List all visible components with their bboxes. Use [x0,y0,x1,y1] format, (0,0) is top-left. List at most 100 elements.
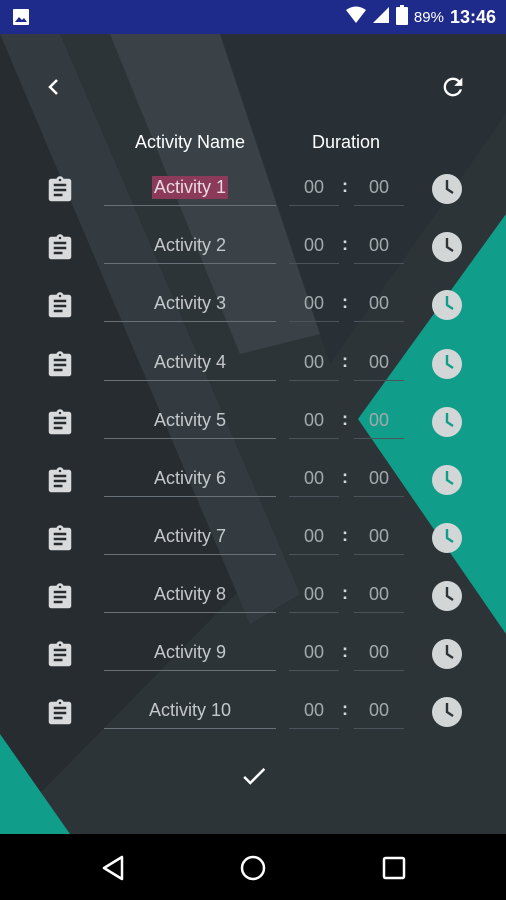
activity-name-input[interactable]: Activity 2 [104,227,276,264]
activity-row: Activity 8 00 : 00 [0,571,506,621]
clipboard-icon [48,583,72,609]
clipboard-icon [48,292,72,318]
clock-icon[interactable] [431,406,463,438]
activity-name-text: Activity 6 [153,467,227,488]
minutes-input[interactable]: 00 [354,518,404,555]
nav-back-icon [102,855,124,881]
clock-icon[interactable] [431,464,463,496]
clock-icon[interactable] [431,231,463,263]
status-bar: 89% 13:46 [0,0,506,34]
activity-row: Activity 3 00 : 00 [0,280,506,330]
time-separator: : [342,351,348,371]
activity-name-input[interactable]: Activity 8 [104,576,276,613]
activity-name-text: Activity 4 [153,351,227,372]
battery-icon [395,4,408,30]
activity-name-text: Activity 7 [153,525,227,546]
clock-icon[interactable] [431,522,463,554]
hours-input[interactable]: 00 [289,634,339,671]
hours-input[interactable]: 00 [289,518,339,555]
activity-name-input[interactable]: Activity 10 [104,692,276,729]
time-separator: : [342,641,348,661]
clock-icon[interactable] [431,696,463,728]
time-separator: : [342,409,348,429]
activity-name-input[interactable]: Activity 3 [104,285,276,322]
activity-name-text: Activity 10 [148,699,232,720]
clock-icon[interactable] [431,580,463,612]
clipboard-icon [48,467,72,493]
activity-name-text: Activity 1 [151,175,229,199]
hours-input[interactable]: 00 [289,692,339,729]
activity-row: Activity 5 00 : 00 [0,397,506,447]
minutes-input[interactable]: 00 [354,634,404,671]
minutes-input[interactable]: 00 [354,576,404,613]
hours-input[interactable]: 00 [289,285,339,322]
activity-name-input[interactable]: Activity 4 [104,344,276,381]
activity-name-input[interactable]: Activity 9 [104,634,276,671]
checkmark-icon [243,767,266,785]
activity-name-text: Activity 9 [153,641,227,662]
clipboard-icon [48,234,72,260]
minutes-input[interactable]: 00 [354,169,404,206]
activity-name-input[interactable]: Activity 5 [104,402,276,439]
signal-icon [372,6,390,29]
time-separator: : [342,234,348,254]
hours-input[interactable]: 00 [289,227,339,264]
minutes-input[interactable]: 00 [354,227,404,264]
refresh-button[interactable] [431,65,475,109]
clipboard-icon [48,176,72,202]
activity-name-input[interactable]: Activity 1 [104,169,276,206]
clipboard-icon [48,351,72,377]
time-separator: : [342,583,348,603]
app-screen: Activity Name Duration Activity 1 00 : 0… [0,34,506,834]
clock-icon[interactable] [431,173,463,205]
time-separator: : [342,699,348,719]
hours-input[interactable]: 00 [289,576,339,613]
clock-time: 13:46 [449,6,496,27]
hours-input[interactable]: 00 [289,169,339,206]
activity-name-text: Activity 8 [153,583,227,604]
minutes-input[interactable]: 00 [354,285,404,322]
nav-back-button[interactable] [94,848,134,888]
hours-input[interactable]: 00 [289,344,339,381]
activity-name-input[interactable]: Activity 7 [104,518,276,555]
navigation-bar [0,834,506,900]
refresh-icon [443,77,463,97]
clock-icon[interactable] [431,638,463,670]
nav-home-icon [240,855,266,881]
activity-row: Activity 7 00 : 00 [0,513,506,563]
activity-name-text: Activity 5 [153,409,227,430]
activity-name-text: Activity 3 [153,292,227,313]
back-arrow-icon [48,79,58,95]
minutes-input[interactable]: 00 [354,692,404,729]
clipboard-icon [48,409,72,435]
nav-recent-icon [382,856,406,880]
minutes-input[interactable]: 00 [354,344,404,381]
time-separator: : [342,467,348,487]
clipboard-icon [48,641,72,667]
time-separator: : [342,176,348,196]
back-button[interactable] [32,65,76,109]
activity-name-header: Activity Name [134,132,246,152]
clipboard-icon [48,699,72,725]
activity-row: Activity 9 00 : 00 [0,629,506,679]
nav-home-button[interactable] [233,848,273,888]
time-separator: : [342,525,348,545]
clock-icon[interactable] [431,289,463,321]
activity-row: Activity 4 00 : 00 [0,339,506,389]
hours-input[interactable]: 00 [289,402,339,439]
activity-name-text: Activity 2 [153,234,227,255]
minutes-input[interactable]: 00 [354,402,404,439]
time-separator: : [342,292,348,312]
nav-recent-button[interactable] [374,848,414,888]
activity-row: Activity 10 00 : 00 [0,687,506,737]
minutes-input[interactable]: 00 [354,460,404,497]
activity-row: Activity 2 00 : 00 [0,222,506,272]
duration-header: Duration [311,132,381,152]
hours-input[interactable]: 00 [289,460,339,497]
clock-icon[interactable] [431,348,463,380]
confirm-button[interactable] [234,756,274,796]
activity-name-input[interactable]: Activity 6 [104,460,276,497]
battery-percentage: 89% [413,8,444,26]
activity-row: Activity 6 00 : 00 [0,455,506,505]
gallery-icon [12,8,30,31]
